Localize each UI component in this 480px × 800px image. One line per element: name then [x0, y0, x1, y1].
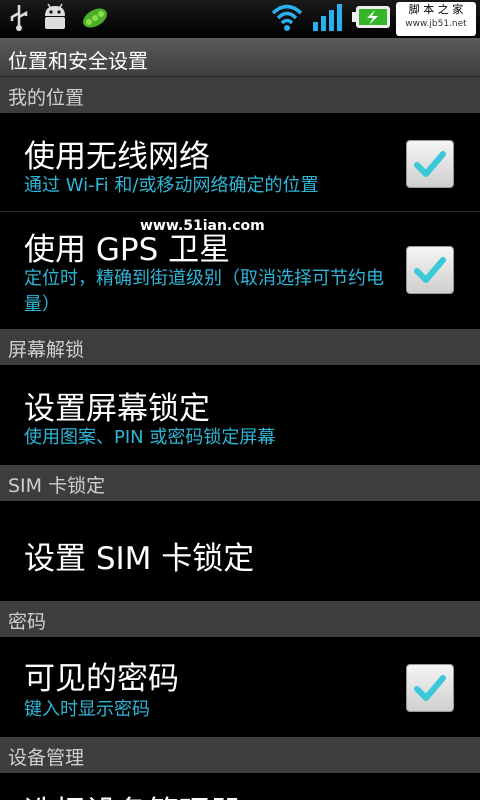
- check-mark-icon: [414, 675, 446, 701]
- section-header-device-admin: 设备管理: [0, 737, 480, 773]
- setting-summary: 使用图案、PIN 或密码锁定屏幕: [24, 427, 276, 448]
- setting-item-wireless[interactable]: 使用无线网络 通过 Wi-Fi 和/或移动网络确定的位置: [0, 113, 480, 211]
- pea-pod-icon: [80, 2, 110, 36]
- watermark-logo: 脚 本 之 家 www.jb51.net: [396, 2, 476, 36]
- setting-title: 选择设备管理器: [24, 787, 241, 800]
- setting-item-device-admin[interactable]: 选择设备管理器: [0, 773, 480, 800]
- gps-checkbox[interactable]: [406, 246, 454, 294]
- section-header-password: 密码: [0, 601, 480, 637]
- section-header-sim-lock: SIM 卡锁定: [0, 465, 480, 501]
- setting-summary: 定位时，精确到街道级别（取消选择可节约电量）: [24, 268, 384, 315]
- section-header-screen-unlock: 屏幕解锁: [0, 329, 480, 365]
- visible-password-checkbox[interactable]: [406, 664, 454, 712]
- setting-summary: 通过 Wi-Fi 和/或移动网络确定的位置: [24, 175, 319, 196]
- signal-icon: [312, 2, 344, 36]
- setting-title: 可见的密码: [24, 661, 179, 697]
- setting-title: 设置 SIM 卡锁定: [24, 541, 255, 577]
- setting-title: 设置屏幕锁定: [24, 391, 210, 427]
- status-bar: 脚 本 之 家 www.jb51.net: [0, 0, 480, 39]
- watermark-overlay: www.51ian.com: [140, 218, 265, 234]
- check-mark-icon: [414, 151, 446, 177]
- wireless-checkbox[interactable]: [406, 140, 454, 188]
- setting-item-visible-password[interactable]: 可见的密码 键入时显示密码: [0, 637, 480, 735]
- setting-item-screen-lock[interactable]: 设置屏幕锁定 使用图案、PIN 或密码锁定屏幕: [0, 365, 480, 463]
- setting-item-sim-lock[interactable]: 设置 SIM 卡锁定: [0, 501, 480, 599]
- wifi-icon: [270, 2, 304, 36]
- android-debug-icon: [40, 2, 70, 36]
- title-bar: 位置和安全设置: [0, 38, 480, 77]
- battery-charging-icon: [352, 4, 392, 34]
- setting-title: 使用无线网络: [24, 139, 210, 175]
- section-header-location: 我的位置: [0, 77, 480, 113]
- page-title: 位置和安全设置: [8, 49, 148, 73]
- setting-summary: 键入时显示密码: [24, 699, 150, 720]
- usb-icon: [8, 3, 30, 35]
- check-mark-icon: [414, 257, 446, 283]
